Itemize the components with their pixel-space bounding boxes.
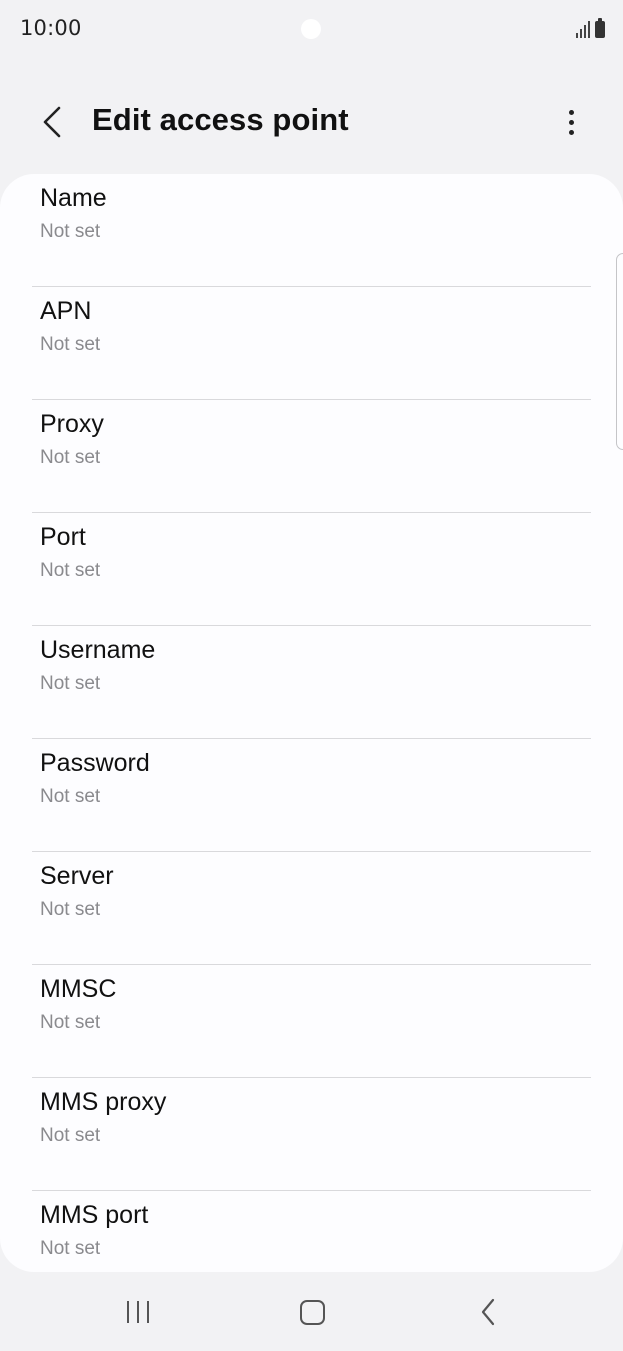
more-options-button[interactable]	[551, 100, 591, 144]
setting-title: Name	[40, 184, 107, 212]
setting-item-mms-proxy[interactable]: MMS proxy Not set	[32, 1078, 591, 1191]
setting-item-password[interactable]: Password Not set	[32, 739, 591, 852]
setting-title: MMS port	[40, 1201, 149, 1229]
navigation-bar	[0, 1272, 623, 1351]
scrollbar[interactable]	[616, 253, 623, 450]
setting-title: Proxy	[40, 410, 104, 438]
setting-title: APN	[40, 297, 92, 325]
setting-item-name[interactable]: Name Not set	[32, 174, 591, 287]
page-title: Edit access point	[92, 102, 349, 137]
setting-value: Not set	[40, 447, 101, 468]
setting-item-mmsc[interactable]: MMSC Not set	[32, 965, 591, 1078]
setting-value: Not set	[40, 673, 101, 694]
status-icons	[576, 18, 605, 38]
setting-title: Port	[40, 523, 86, 551]
setting-title: Password	[40, 749, 150, 777]
setting-value: Not set	[40, 1238, 101, 1259]
more-vertical-icon	[568, 109, 574, 115]
setting-item-server[interactable]: Server Not set	[32, 852, 591, 965]
home-button[interactable]	[292, 1292, 332, 1332]
setting-value: Not set	[40, 899, 101, 920]
battery-icon	[595, 18, 605, 38]
setting-value: Not set	[40, 786, 101, 807]
home-icon	[299, 1299, 325, 1325]
recents-button[interactable]	[120, 1292, 156, 1332]
setting-value: Not set	[40, 1125, 101, 1146]
app-bar: Edit access point	[0, 90, 623, 156]
setting-value: Not set	[40, 334, 101, 355]
signal-icon	[576, 20, 590, 38]
setting-item-mms-port[interactable]: MMS port Not set	[32, 1191, 591, 1272]
settings-card: Name Not set APN Not set Proxy Not set P…	[0, 174, 623, 1272]
setting-title: MMSC	[40, 975, 117, 1003]
setting-title: MMS proxy	[40, 1088, 167, 1116]
setting-item-username[interactable]: Username Not set	[32, 626, 591, 739]
status-time: 10:00	[20, 16, 82, 40]
setting-title: Server	[40, 862, 114, 890]
setting-value: Not set	[40, 221, 101, 242]
setting-item-port[interactable]: Port Not set	[32, 513, 591, 626]
back-icon	[481, 1298, 495, 1326]
setting-item-proxy[interactable]: Proxy Not set	[32, 400, 591, 513]
setting-value: Not set	[40, 560, 101, 581]
nav-back-button[interactable]	[468, 1292, 508, 1332]
status-bar: 10:00	[0, 0, 623, 58]
setting-title: Username	[40, 636, 156, 664]
camera-cutout	[301, 19, 321, 39]
setting-value: Not set	[40, 1012, 101, 1033]
setting-item-apn[interactable]: APN Not set	[32, 287, 591, 400]
recents-icon	[127, 1301, 129, 1323]
chevron-left-icon	[43, 106, 61, 138]
back-button[interactable]	[30, 100, 74, 144]
